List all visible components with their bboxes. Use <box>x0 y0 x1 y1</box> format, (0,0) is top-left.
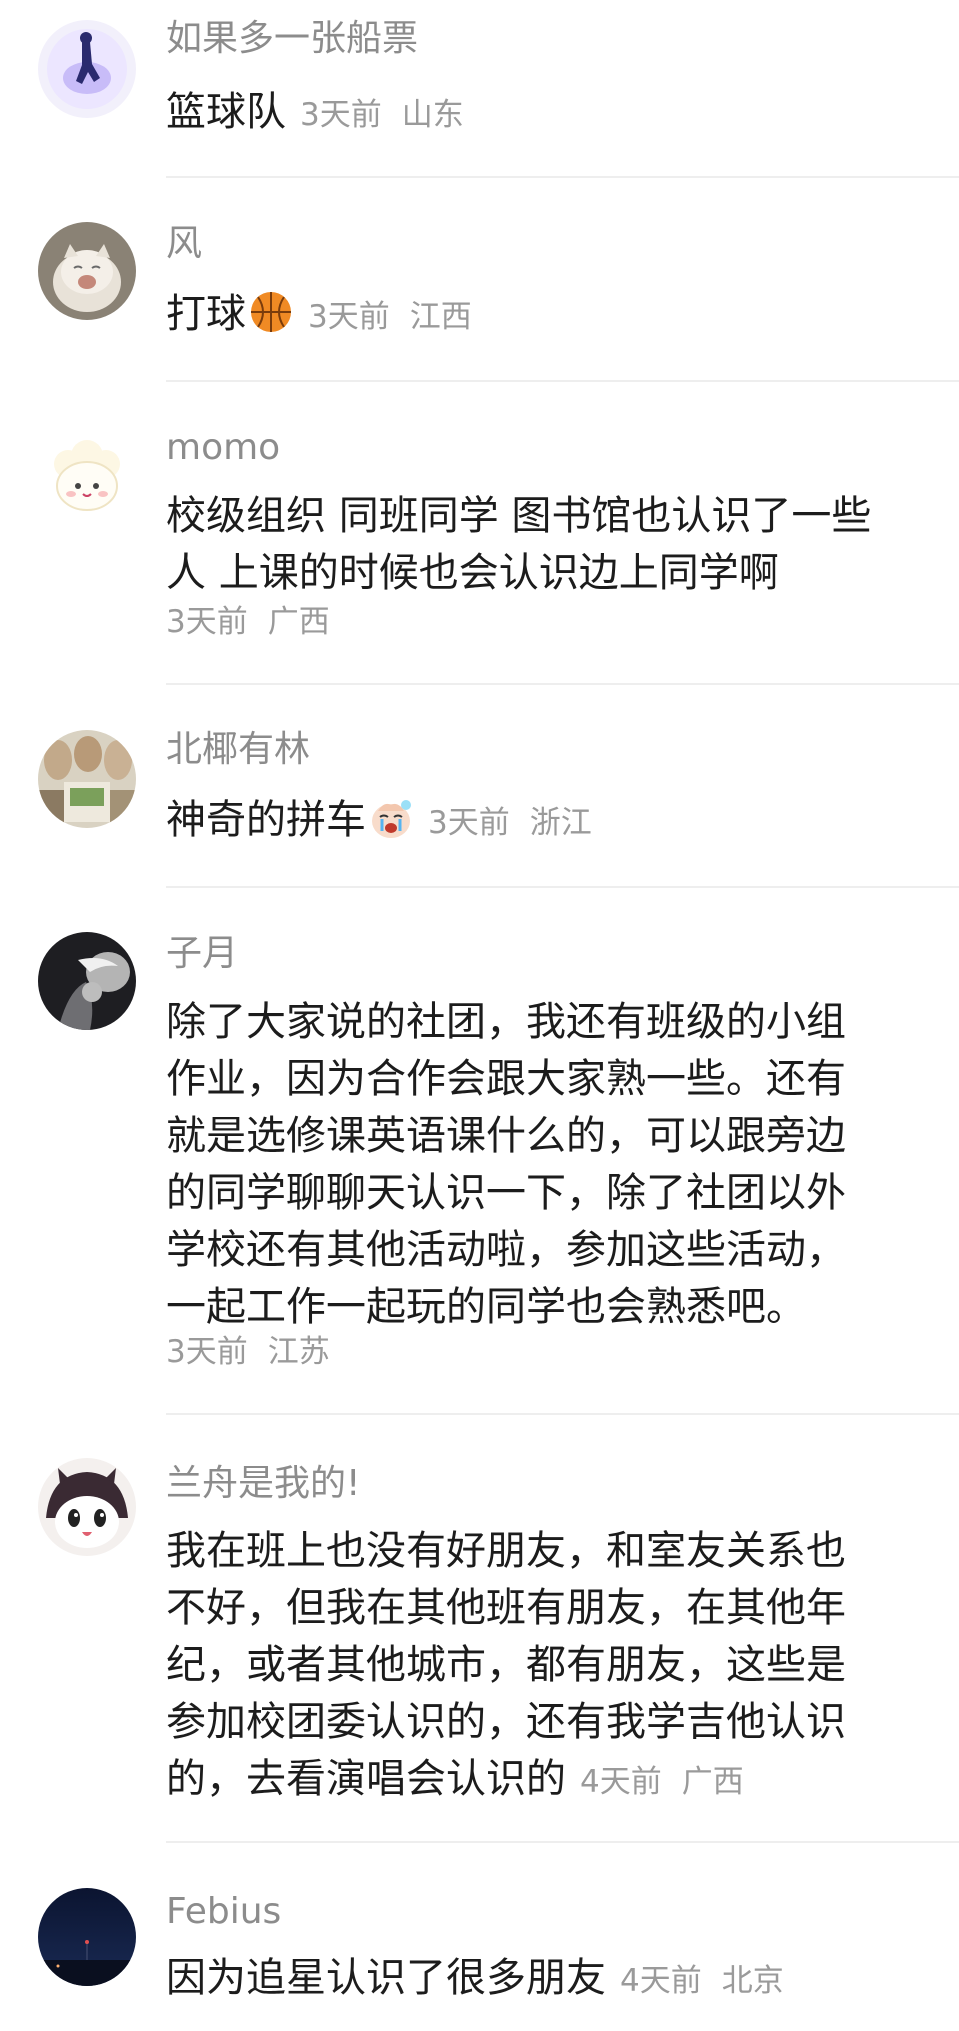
comment-location: 广西 <box>267 604 330 640</box>
comment-text-line: 一起工作一起玩的同学也会熟悉吧。 <box>166 1284 806 1330</box>
comment-text: 除了大家说的社团，我还有班级的小组 作业，因为合作会跟大家熟一些。还有 就是选修… <box>166 994 911 1336</box>
comment-time: 3天前 <box>166 1334 248 1370</box>
comment-text: 神奇的拼车 3天前 浙江 <box>166 792 911 852</box>
comment-text-line: 作业，因为合作会跟大家熟一些。还有 <box>166 1056 846 1102</box>
comment-text-line: 学校还有其他活动啦，参加这些活动， <box>166 1227 846 1273</box>
comment-text-line: 纪，或者其他城市，都有朋友，这些是 <box>166 1642 846 1688</box>
comment-text-content: 因为追星认识了很多朋友 <box>166 1955 606 2001</box>
group-photo-avatar-icon[interactable] <box>38 730 136 828</box>
comment-text-line: 我在班上也没有好朋友，和室友关系也 <box>166 1528 846 1574</box>
comment-text-line: 的，去看演唱会认识的 <box>166 1756 566 1802</box>
comment-text-line: 不好，但我在其他班有朋友，在其他年 <box>166 1585 846 1631</box>
comment-text: 因为追星认识了很多朋友 4天前 北京 <box>166 1950 911 2010</box>
dark-photo-avatar-icon[interactable] <box>38 932 136 1030</box>
comment-text-line: 校级组织 同班同学 图书馆也认识了一些 <box>166 493 872 539</box>
cat-avatar-icon[interactable] <box>38 222 136 320</box>
divider <box>166 176 959 178</box>
crying-face-icon <box>368 795 414 841</box>
comment-meta: 3天前 江苏 <box>166 1332 330 1372</box>
basketball-icon <box>248 289 294 335</box>
divider <box>166 1413 959 1415</box>
night-sky-avatar-icon[interactable] <box>38 1888 136 1986</box>
username[interactable]: 北椰有林 <box>166 728 310 772</box>
divider <box>166 380 959 382</box>
username[interactable]: 兰舟是我的! <box>166 1462 360 1506</box>
comment-list: 如果多一张船票 篮球队 3天前 山东 风 打球 3天前 江西 momo 校级组织… <box>0 0 959 2031</box>
username[interactable]: 风 <box>166 222 202 266</box>
comment-time: 3天前 <box>428 805 510 841</box>
username[interactable]: 如果多一张船票 <box>166 17 418 61</box>
cartoon-avatar-icon[interactable] <box>38 1458 136 1556</box>
comment-text-line: 参加校团委认识的，还有我学吉他认识 <box>166 1699 846 1745</box>
silhouette-avatar-icon[interactable] <box>38 20 136 118</box>
username[interactable]: momo <box>166 426 280 470</box>
comment-location: 山东 <box>401 97 464 133</box>
comment-text-line: 除了大家说的社团，我还有班级的小组 <box>166 999 846 1045</box>
comment-time: 3天前 <box>308 299 390 335</box>
comment-text-content: 篮球队 <box>166 89 286 135</box>
comment-text: 打球 3天前 江西 <box>166 286 911 346</box>
username[interactable]: Febius <box>166 1890 281 1934</box>
divider <box>166 886 959 888</box>
sheep-avatar-icon[interactable] <box>38 428 136 526</box>
comment-location: 浙江 <box>529 805 592 841</box>
comment-text-line: 人 上课的时候也会认识边上同学啊 <box>166 550 779 596</box>
comment-text-content: 神奇的拼车 <box>166 797 366 843</box>
divider <box>166 1841 959 1843</box>
comment-text-content: 打球 <box>166 291 246 337</box>
comment-time: 4天前 <box>620 1963 702 1999</box>
comment-text: 我在班上也没有好朋友，和室友关系也 不好，但我在其他班有朋友，在其他年 纪，或者… <box>166 1523 911 1811</box>
comment-location: 北京 <box>721 1963 784 1999</box>
comment-text-line: 的同学聊聊天认识一下，除了社团以外 <box>166 1170 846 1216</box>
comment-text-line: 就是选修课英语课什么的，可以跟旁边 <box>166 1113 846 1159</box>
comment-time: 3天前 <box>166 604 248 640</box>
comment-time: 4天前 <box>580 1764 662 1800</box>
comment-location: 江苏 <box>267 1334 330 1370</box>
comment-text: 篮球队 3天前 山东 <box>166 84 911 144</box>
comment-text: 校级组织 同班同学 图书馆也认识了一些 人 上课的时候也会认识边上同学啊 <box>166 488 911 602</box>
comment-time: 3天前 <box>300 97 382 133</box>
comment-meta: 3天前 广西 <box>166 602 330 642</box>
comment-location: 江西 <box>409 299 472 335</box>
comment-location: 广西 <box>681 1764 744 1800</box>
username[interactable]: 子月 <box>166 932 238 976</box>
divider <box>166 683 959 685</box>
